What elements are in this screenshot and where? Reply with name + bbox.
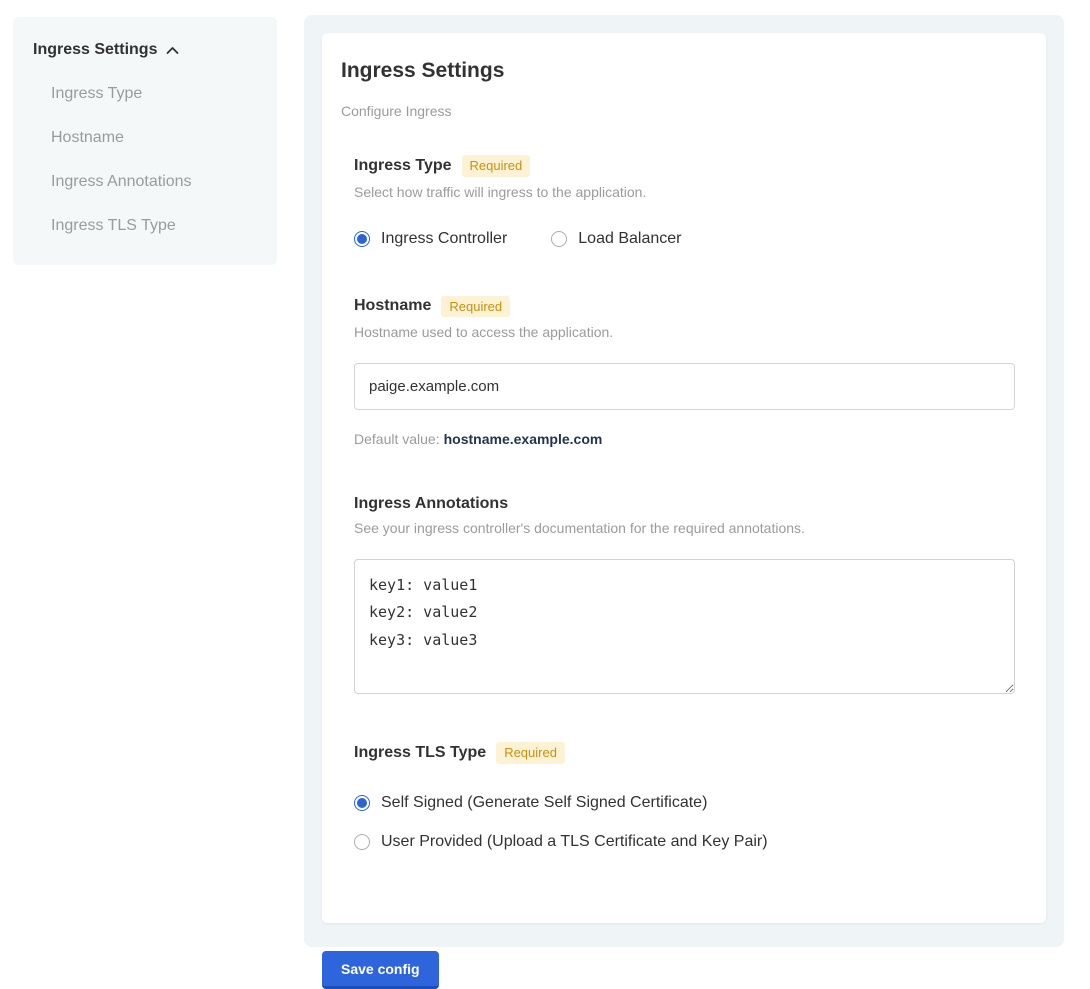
radio-label: Ingress Controller	[381, 230, 507, 248]
radio-button-icon[interactable]	[354, 231, 370, 247]
chevron-up-icon[interactable]	[166, 46, 179, 55]
config-nav-sidebar: Ingress Settings Ingress Type Hostname I…	[13, 17, 277, 265]
hostname-default-label: Default value:	[354, 431, 440, 447]
sidebar-item-ingress-tls-type[interactable]: Ingress TLS Type	[51, 217, 257, 235]
radio-label: Self Signed (Generate Self Signed Certif…	[381, 794, 707, 812]
radio-option-ingress-controller[interactable]: Ingress Controller	[354, 230, 507, 248]
radio-label: User Provided (Upload a TLS Certificate …	[381, 833, 768, 851]
hostname-default-value: hostname.example.com	[444, 431, 603, 447]
sidebar-item-hostname[interactable]: Hostname	[51, 129, 257, 147]
radio-button-icon[interactable]	[354, 795, 370, 811]
section-hostname-title: Hostname	[354, 297, 431, 315]
section-ingress-type-header: Ingress Type Required	[354, 155, 1015, 177]
save-config-button[interactable]: Save config	[322, 951, 439, 989]
config-page: Ingress Settings Ingress Type Hostname I…	[0, 0, 1090, 969]
section-ingress-tls-type-title: Ingress TLS Type	[354, 744, 486, 762]
required-badge: Required	[441, 296, 510, 318]
sidebar-item-ingress-annotations[interactable]: Ingress Annotations	[51, 173, 257, 191]
section-hostname-help: Hostname used to access the application.	[354, 324, 1015, 340]
config-card: Ingress Settings Configure Ingress Ingre…	[322, 33, 1046, 923]
section-hostname-header: Hostname Required	[354, 296, 1015, 318]
section-ingress-annotations-title: Ingress Annotations	[354, 495, 508, 513]
config-panel: Ingress Settings Configure Ingress Ingre…	[304, 15, 1064, 947]
sidebar-group-title: Ingress Settings	[33, 41, 157, 59]
ingress-annotations-textarea[interactable]: key1: value1 key2: value2 key3: value3	[354, 559, 1015, 694]
radio-label: Load Balancer	[578, 230, 681, 248]
sidebar-group-ingress-settings[interactable]: Ingress Settings	[33, 41, 257, 59]
radio-option-self-signed[interactable]: Self Signed (Generate Self Signed Certif…	[354, 794, 1015, 812]
hostname-input[interactable]	[354, 363, 1015, 410]
section-ingress-annotations: Ingress Annotations See your ingress con…	[354, 495, 1015, 694]
radio-button-icon[interactable]	[551, 231, 567, 247]
sidebar-item-list: Ingress Type Hostname Ingress Annotation…	[33, 85, 257, 235]
radio-button-icon[interactable]	[354, 834, 370, 850]
section-ingress-type-title: Ingress Type	[354, 157, 452, 175]
section-ingress-type-help: Select how traffic will ingress to the a…	[354, 184, 1015, 200]
sidebar-item-ingress-type[interactable]: Ingress Type	[51, 85, 257, 103]
required-badge: Required	[462, 155, 531, 177]
section-hostname: Hostname Required Hostname used to acces…	[354, 296, 1015, 448]
section-ingress-annotations-help: See your ingress controller's documentat…	[354, 520, 1015, 536]
page-title: Ingress Settings	[341, 59, 1015, 83]
hostname-default-line: Default value:hostname.example.com	[354, 431, 1015, 447]
section-ingress-type: Ingress Type Required Select how traffic…	[354, 155, 1015, 248]
section-ingress-tls-type: Ingress TLS Type Required Self Signed (G…	[354, 742, 1015, 851]
section-ingress-annotations-header: Ingress Annotations	[354, 495, 1015, 513]
required-badge: Required	[496, 742, 565, 764]
page-subtitle: Configure Ingress	[341, 103, 1015, 119]
ingress-type-radio-group: Ingress Controller Load Balancer	[354, 230, 1015, 248]
radio-option-load-balancer[interactable]: Load Balancer	[551, 230, 681, 248]
radio-option-user-provided[interactable]: User Provided (Upload a TLS Certificate …	[354, 833, 1015, 851]
tls-type-radio-group: Self Signed (Generate Self Signed Certif…	[354, 794, 1015, 851]
section-ingress-tls-type-header: Ingress TLS Type Required	[354, 742, 1015, 764]
